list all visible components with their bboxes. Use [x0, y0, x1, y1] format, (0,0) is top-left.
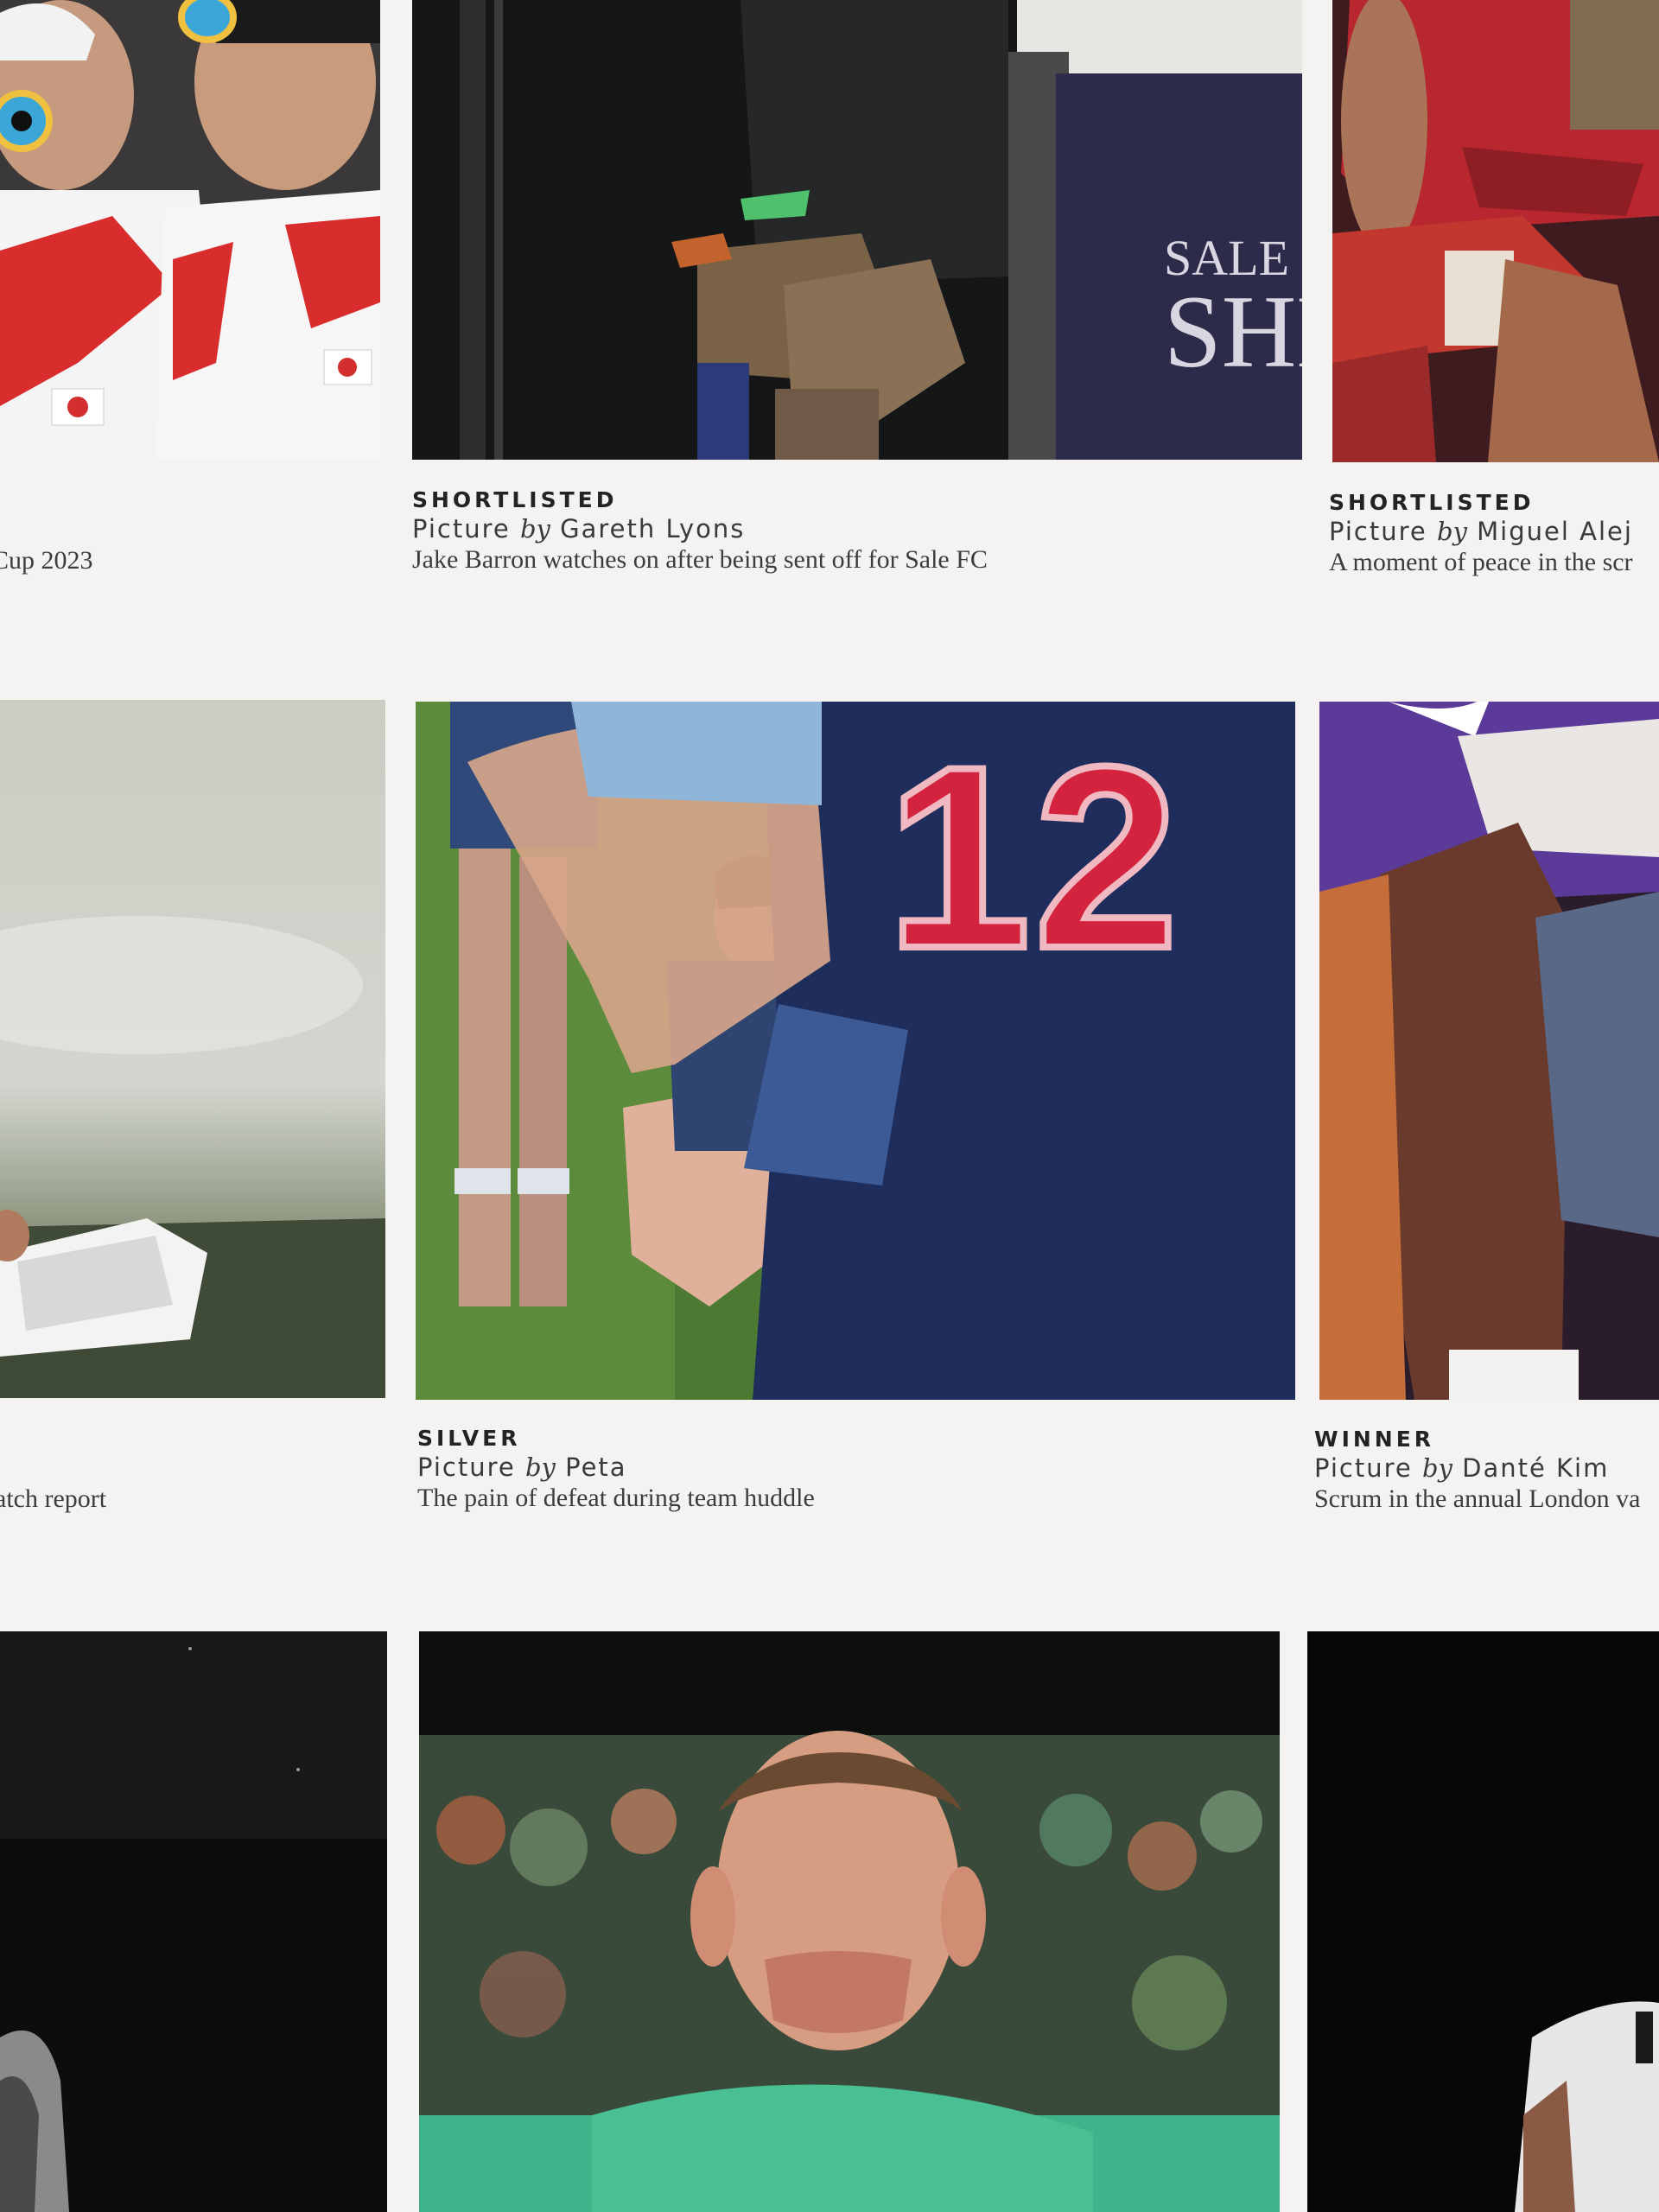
photo-credit: Picture by Gareth Lyons	[412, 514, 988, 543]
photo-red-kit-player	[1332, 0, 1659, 462]
photo-credit: Picture by Miguel Alej	[1329, 517, 1659, 546]
award-label: SILVER	[417, 1426, 521, 1451]
photo-london-scrum	[1319, 702, 1659, 1400]
photo-credit: Picture by Peta	[417, 1452, 815, 1482]
sale-sign-text: SALE SHN	[1164, 233, 1302, 384]
photographer-name: Miguel Alej	[1477, 517, 1633, 546]
photo-description: Scrum in the annual London va	[1314, 1484, 1641, 1513]
photo-reporter-notes	[0, 700, 385, 1398]
photo-description: A moment of peace in the scr	[1329, 548, 1633, 576]
credit-by: by	[519, 514, 550, 543]
credit-by: by	[524, 1452, 556, 1482]
photo-description: The pain of defeat during team huddle	[417, 1484, 815, 1512]
credit-prefix: Picture	[412, 514, 511, 543]
caption-r1c3: SHORTLISTED Picture by Miguel Alej A mom…	[1329, 490, 1659, 577]
credit-by: by	[1436, 517, 1467, 546]
photo-sale-player-sin-bin: SALE SHN	[412, 0, 1302, 460]
caption-r1c2: SHORTLISTED Picture by Gareth Lyons Jake…	[412, 487, 988, 575]
photo-description: Cup 2023	[0, 546, 93, 575]
caption-r2c1: atch report	[0, 1483, 385, 1514]
award-label: WINNER	[1314, 1427, 1435, 1452]
photo-description: Jake Barron watches on after being sent …	[412, 545, 988, 574]
credit-prefix: Picture	[417, 1452, 516, 1482]
photo-bw-player	[0, 1631, 387, 2212]
caption-r2c2: SILVER Picture by Peta The pain of defea…	[417, 1426, 815, 1513]
credit-prefix: Picture	[1314, 1453, 1413, 1483]
photo-white-kit-player	[1307, 1631, 1659, 2212]
sign-line-2: SHN	[1164, 274, 1302, 389]
award-label: SHORTLISTED	[412, 487, 618, 512]
credit-by: by	[1421, 1453, 1452, 1483]
jersey-number: 12	[883, 712, 1182, 1002]
photographer-name: Gareth Lyons	[560, 514, 746, 543]
photo-japan-fans	[0, 0, 380, 458]
photographer-name: Peta	[565, 1452, 627, 1482]
award-label: SHORTLISTED	[1329, 490, 1535, 515]
photo-description: atch report	[0, 1484, 107, 1513]
photo-credit: Picture by Danté Kim	[1314, 1453, 1659, 1483]
photographer-name: Danté Kim	[1462, 1453, 1610, 1483]
photo-team-huddle: 12	[416, 702, 1295, 1400]
caption-r2c3: WINNER Picture by Danté Kim Scrum in the…	[1314, 1427, 1659, 1514]
caption-r1c1: Cup 2023	[0, 544, 380, 575]
credit-prefix: Picture	[1329, 517, 1427, 546]
photo-ireland-player-anthem	[419, 1631, 1280, 2212]
